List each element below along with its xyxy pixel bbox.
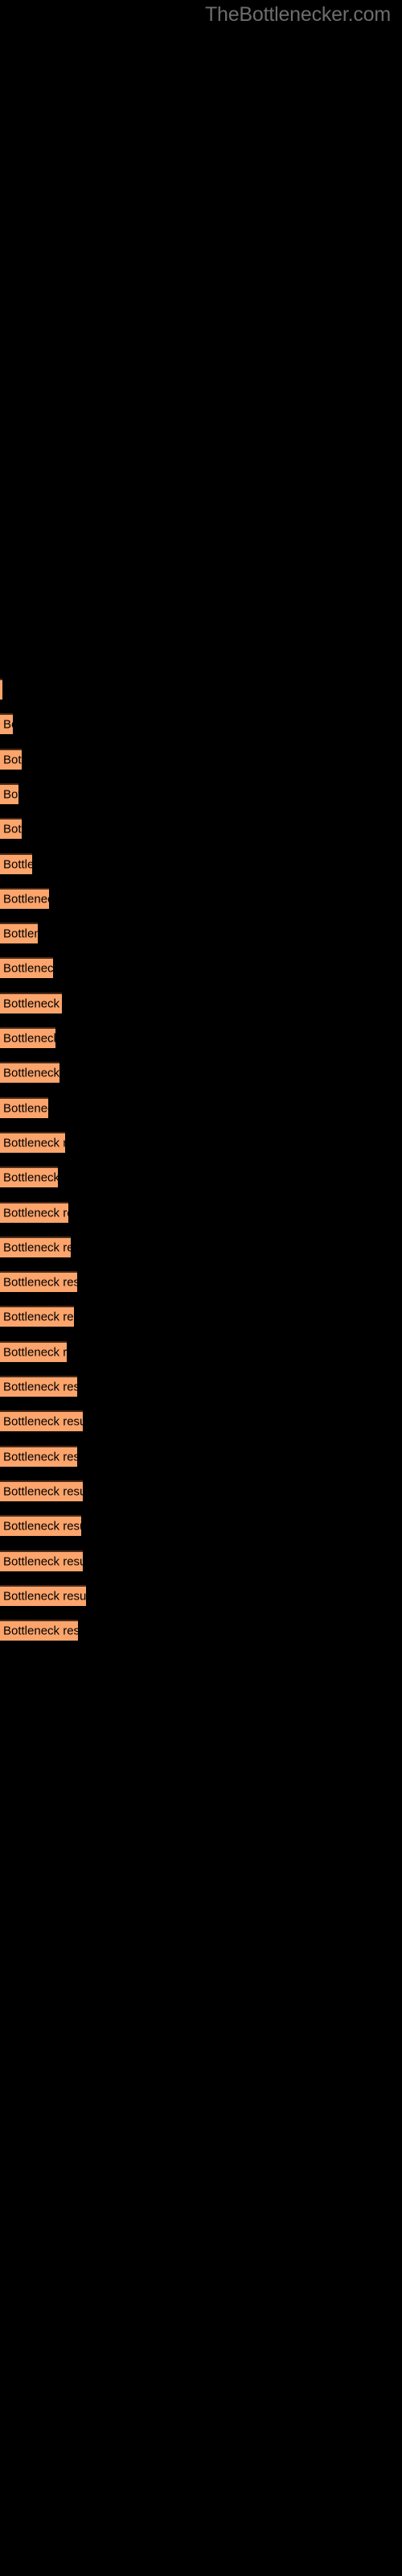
bar-row: Bottleneck result xyxy=(0,1027,402,1048)
bar-row: Bottleneck result xyxy=(0,1166,402,1188)
bar-row: Bottleneck result xyxy=(0,1201,402,1223)
bar-row: Bottleneck result xyxy=(0,1584,402,1606)
bar-label: Bottleneck result xyxy=(3,753,22,767)
bar-row: Bottleneck result xyxy=(0,1271,402,1293)
bar: Bottleneck result xyxy=(0,1096,48,1118)
bar-row: Bottleneck result xyxy=(0,1480,402,1501)
bar-label: Bottleneck result xyxy=(3,822,22,836)
bar: Bottleneck result xyxy=(0,1271,77,1293)
bar-label: Bottleneck result xyxy=(3,1624,78,1638)
bar-row: Bottleneck result xyxy=(0,1096,402,1118)
bar-label: Bottleneck result xyxy=(3,961,53,976)
bar-label: Bottleneck result xyxy=(3,1589,86,1604)
bar: Bottleneck result xyxy=(0,1166,58,1188)
bar: Bottleneck result xyxy=(0,992,62,1013)
bar-label: Bottleneck result xyxy=(3,1414,83,1429)
bar: Bottleneck result xyxy=(0,1131,65,1153)
bar: Bottleneck result xyxy=(0,1620,78,1641)
bar-row: Bottleneck result xyxy=(0,1445,402,1467)
bar: Bottleneck result xyxy=(0,1480,83,1501)
bar-label: Bottleneck result xyxy=(3,892,49,906)
bar-row: Bottleneck result xyxy=(0,748,402,770)
bar: Bottleneck result xyxy=(0,887,49,909)
bar-label: Bottleneck result xyxy=(3,927,38,941)
bar-row: Bottleneck result xyxy=(0,1131,402,1153)
bar-label: Bottleneck result xyxy=(3,1554,83,1568)
bar-row: Bottleneck result xyxy=(0,1236,402,1257)
bar: Bottleneck result xyxy=(0,1584,86,1606)
bar-row: Bottleneck result xyxy=(0,852,402,874)
bar: Bottleneck result xyxy=(0,818,22,840)
bar-row: Bottleneck result xyxy=(0,679,402,700)
bar-label: Bottleneck result xyxy=(3,1380,77,1394)
bar-label: Bottleneck result xyxy=(3,787,18,802)
bar-row: Bottleneck result xyxy=(0,1550,402,1571)
bar-label: Bottleneck result xyxy=(3,1066,59,1080)
bar-row: Bottleneck result xyxy=(0,1376,402,1397)
bar-row: Bottleneck result xyxy=(0,1515,402,1537)
bar: Bottleneck result xyxy=(0,1340,67,1362)
bar-row: Bottleneck result xyxy=(0,887,402,909)
bar: Bottleneck result xyxy=(0,679,2,700)
bar-row: Bottleneck result xyxy=(0,1062,402,1084)
bar-label: Bottleneck result xyxy=(3,997,62,1011)
bar-label: Bottleneck result xyxy=(3,1450,77,1464)
bar: Bottleneck result xyxy=(0,713,13,735)
bar: Bottleneck result xyxy=(0,1410,83,1432)
bar: Bottleneck result xyxy=(0,1550,83,1571)
bar-row: Bottleneck result xyxy=(0,782,402,804)
bar: Bottleneck result xyxy=(0,1515,81,1537)
bar-label: Bottleneck result xyxy=(3,1101,48,1116)
bar-label: Bottleneck result xyxy=(3,717,13,732)
bar: Bottleneck result xyxy=(0,782,18,804)
bar: Bottleneck result xyxy=(0,1201,68,1223)
bar-row: Bottleneck result xyxy=(0,1306,402,1327)
bar-row: Bottleneck result xyxy=(0,992,402,1013)
bar-label: Bottleneck result xyxy=(3,1275,77,1290)
bar-chart-plot: Bottleneck result Bottleneck result Bottle… xyxy=(0,0,402,2576)
bar: Bottleneck result xyxy=(0,1062,59,1084)
bar-label: Bottleneck result xyxy=(3,1170,58,1185)
bar-row: Bottleneck result xyxy=(0,1410,402,1432)
bar-label: Bottleneck result xyxy=(3,857,32,871)
bar-label: Bottleneck result xyxy=(3,1519,81,1534)
bar-row: Bottleneck result xyxy=(0,923,402,944)
bar-label: Bottleneck result xyxy=(3,1310,74,1324)
bar-row: Bottleneck result xyxy=(0,1620,402,1641)
bar-row: Bottleneck result xyxy=(0,713,402,735)
bar-label: Bottleneck result xyxy=(3,1345,67,1360)
bar: Bottleneck result xyxy=(0,1445,77,1467)
bar-row: Bottleneck result xyxy=(0,1340,402,1362)
bar-row: Bottleneck result xyxy=(0,957,402,979)
bar: Bottleneck result xyxy=(0,748,22,770)
bar: Bottleneck result xyxy=(0,1306,74,1327)
bar: Bottleneck result xyxy=(0,923,38,944)
bar: Bottleneck result xyxy=(0,957,53,979)
bar-label: Bottleneck result xyxy=(3,1031,55,1046)
bar: Bottleneck result xyxy=(0,1376,77,1397)
bar: Bottleneck result xyxy=(0,852,32,874)
bar-label: Bottleneck result xyxy=(3,1206,68,1220)
bar: Bottleneck result xyxy=(0,1236,71,1257)
bar-label: Bottleneck result xyxy=(3,1484,83,1499)
bar-label: Bottleneck result xyxy=(3,1136,65,1150)
bar: Bottleneck result xyxy=(0,1027,55,1048)
bar-row: Bottleneck result xyxy=(0,818,402,840)
bar-label: Bottleneck result xyxy=(3,1241,71,1255)
